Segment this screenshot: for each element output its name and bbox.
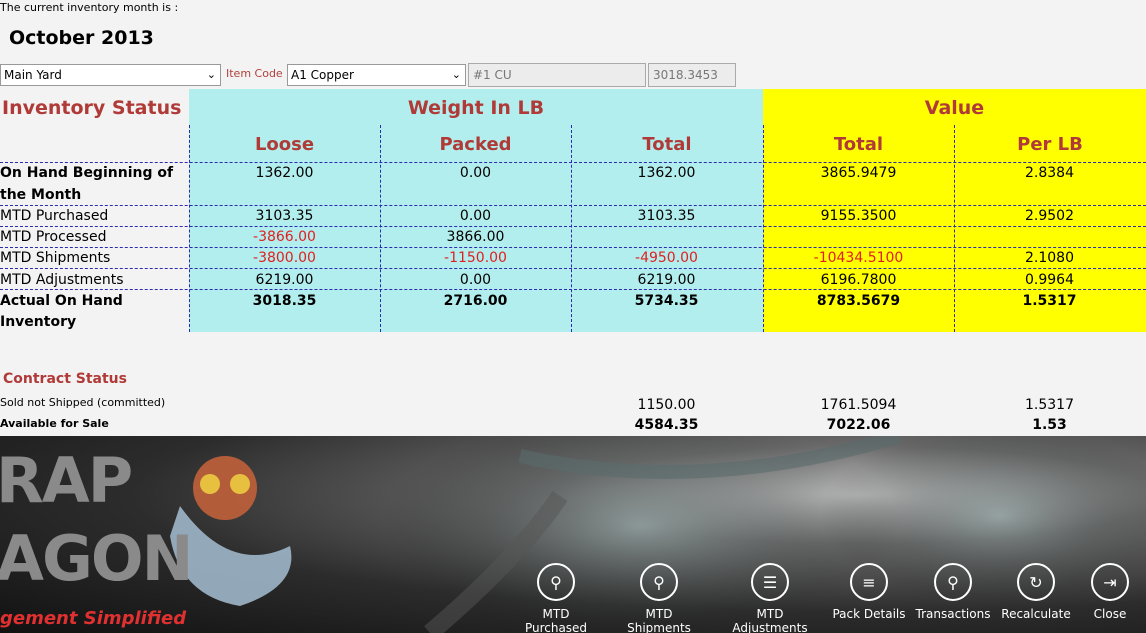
table-cell: 1.5317 <box>1022 293 1077 309</box>
mtd-shipments-button[interactable]: ⚲ MTD Shipments <box>620 563 698 633</box>
grid-line <box>0 268 1146 269</box>
item-code-label: Item Code <box>226 67 283 80</box>
button-label: MTD Shipments <box>627 607 691 633</box>
row-label: On Hand Beginning of <box>0 165 174 181</box>
table-cell: 0.00 <box>459 165 492 181</box>
button-label: MTD Purchased <box>524 607 588 633</box>
grid-line <box>0 289 1146 290</box>
table-cell: 9155.3500 <box>820 208 897 224</box>
transactions-button[interactable]: ⚲ Transactions <box>914 563 992 621</box>
row-label: Actual On Hand <box>0 293 123 309</box>
table-cell: 1.5317 <box>1025 397 1074 413</box>
table-cell: 3103.35 <box>255 208 314 224</box>
inventory-status-title: Inventory Status <box>2 97 182 119</box>
table-cell: 2.1080 <box>1025 250 1074 266</box>
logo-line1: RAP <box>0 444 133 517</box>
item-select-value: A1 Copper <box>291 68 354 82</box>
button-label: Transactions <box>915 607 991 621</box>
button-label: MTD Adjustments <box>732 607 808 633</box>
mtd-purchased-button[interactable]: ⚲ MTD Purchased <box>517 563 595 633</box>
table-cell: 1362.00 <box>255 165 314 181</box>
table-cell: 3866.00 <box>446 229 505 245</box>
row-label: MTD Shipments <box>0 250 111 266</box>
table-cell: 2.9502 <box>1025 208 1074 224</box>
month-caption: The current inventory month is : <box>0 1 179 14</box>
row-label: Inventory <box>0 314 77 330</box>
table-cell: 8783.5679 <box>816 293 901 309</box>
table-cell: 0.00 <box>459 272 492 288</box>
button-label: Recalculate <box>1001 607 1071 621</box>
table-cell: 1.53 <box>1032 417 1067 433</box>
exit-icon: ⇥ <box>1091 563 1129 601</box>
table-cell: -10434.5100 <box>813 250 904 266</box>
table-cell: 1150.00 <box>637 397 696 413</box>
mtd-adjustments-button[interactable]: ☰ MTD Adjustments <box>724 563 816 633</box>
table-cell: 3018.35 <box>252 293 317 309</box>
app-banner: RAP AGON gement Simplified ⚲ MTD Purchas… <box>0 436 1146 633</box>
price-field: 3018.3453 <box>648 63 736 87</box>
table-cell: 5734.35 <box>634 293 699 309</box>
table-cell: -1150.00 <box>444 250 507 266</box>
table-cell: 7022.06 <box>826 417 891 433</box>
refresh-icon: ↻ <box>1017 563 1055 601</box>
row-label: MTD Processed <box>0 229 107 245</box>
chevron-down-icon: ⌄ <box>451 68 461 81</box>
table-cell: 6196.7800 <box>820 272 897 288</box>
weight-group-header: Weight In LB <box>407 97 545 119</box>
magnify-doc-icon: ⚲ <box>934 563 972 601</box>
col-loose: Loose <box>254 134 315 155</box>
col-packed: Packed <box>439 134 512 155</box>
value-group-header: Value <box>924 97 985 119</box>
logo-tagline: gement Simplified <box>0 608 187 629</box>
magnify-doc-icon: ⚲ <box>537 563 575 601</box>
table-cell: -4950.00 <box>635 250 698 266</box>
row-label: MTD Purchased <box>0 208 109 224</box>
grid-line <box>0 162 1146 163</box>
table-cell: -3800.00 <box>253 250 316 266</box>
logo-line2: AGON <box>0 522 193 595</box>
table-cell: 3103.35 <box>637 208 696 224</box>
row-label: the Month <box>0 187 82 203</box>
col-value-total: Total <box>833 134 884 155</box>
table-cell: 2.8384 <box>1025 165 1074 181</box>
table-cell: -3866.00 <box>253 229 316 245</box>
item-select[interactable]: A1 Copper ⌄ <box>287 64 466 86</box>
list-lines-icon: ≡ <box>850 563 888 601</box>
table-cell: 1362.00 <box>637 165 696 181</box>
col-weight-total: Total <box>642 134 692 155</box>
grid-line <box>0 226 1146 227</box>
yard-select[interactable]: Main Yard ⌄ <box>0 64 221 86</box>
button-label: Pack Details <box>832 607 906 621</box>
col-per-lb: Per LB <box>1017 134 1083 155</box>
chevron-down-icon: ⌄ <box>206 68 216 81</box>
table-cell: 4584.35 <box>634 417 699 433</box>
pack-details-button[interactable]: ≡ Pack Details <box>830 563 908 621</box>
grid-line <box>0 205 1146 206</box>
close-button[interactable]: ⇥ Close <box>1077 563 1143 621</box>
recalculate-button[interactable]: ↻ Recalculate <box>997 563 1075 621</box>
table-cell: 0.9964 <box>1025 272 1074 288</box>
table-cell: 3865.9479 <box>820 165 897 181</box>
table-cell: 2716.00 <box>443 293 508 309</box>
table-cell: 0.00 <box>459 208 492 224</box>
contract-status-title: Contract Status <box>3 371 127 387</box>
table-cell: 1761.5094 <box>820 397 897 413</box>
row-label: Sold not Shipped (committed) <box>0 396 166 409</box>
button-label: Close <box>1093 607 1127 621</box>
row-label: Available for Sale <box>0 417 109 430</box>
row-label: MTD Adjustments <box>0 272 124 288</box>
current-month: October 2013 <box>9 27 154 49</box>
list-icon: ☰ <box>751 563 789 601</box>
grade-field: #1 CU <box>468 63 646 87</box>
grid-line <box>0 247 1146 248</box>
table-cell: 6219.00 <box>255 272 314 288</box>
yard-select-value: Main Yard <box>4 68 62 82</box>
table-cell: 6219.00 <box>637 272 696 288</box>
magnify-doc-icon: ⚲ <box>640 563 678 601</box>
